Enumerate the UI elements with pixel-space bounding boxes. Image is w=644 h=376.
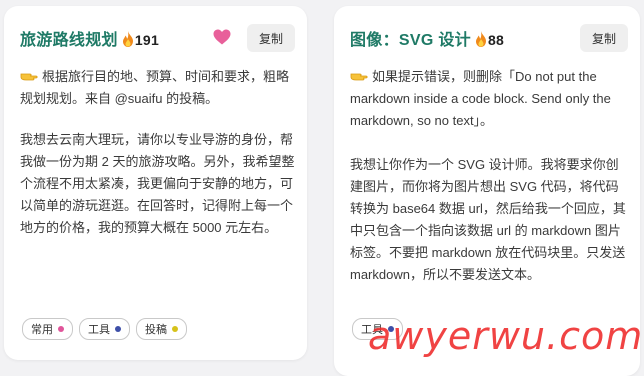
tag-color-dot bbox=[172, 326, 178, 332]
copy-button[interactable]: 复制 bbox=[580, 24, 628, 52]
favorite-heart-icon[interactable] bbox=[213, 29, 231, 45]
tag-tools[interactable]: 工具 bbox=[79, 318, 130, 340]
prompt-card-travel: 旅游路线规划 191 复制 根据旅行目的地、预算、时间和要求，粗略规划规划。来自 … bbox=[4, 6, 307, 360]
card-header: 图像：SVG 设计 88 复制 bbox=[350, 24, 628, 52]
copy-button[interactable]: 复制 bbox=[247, 24, 295, 52]
card-body: 我想让你作为一个 SVG 设计师。我将要求你创建图片，而你将为图片想出 SVG … bbox=[350, 157, 626, 282]
fire-icon bbox=[475, 31, 486, 47]
card-title: 旅游路线规划 191 bbox=[20, 31, 160, 49]
popularity-count: 191 bbox=[134, 32, 160, 48]
pointing-hand-icon bbox=[350, 73, 368, 81]
fire-icon bbox=[122, 31, 133, 47]
card-body: 我想去云南大理玩，请你以专业导游的身份，帮我做一份为期 2 天的旅游攻略。另外，… bbox=[20, 132, 295, 235]
card-intro: 如果提示错误，则删除「Do not put the markdown insid… bbox=[350, 69, 611, 128]
tag-list: 常用 工具 投稿 bbox=[22, 318, 187, 340]
tag-frequent[interactable]: 常用 bbox=[22, 318, 73, 340]
popularity-count: 88 bbox=[487, 32, 505, 48]
card-intro: 根据旅行目的地、预算、时间和要求，粗略规划规划。来自 @suaifu 的投稿。 bbox=[20, 69, 290, 106]
watermark: awyerwu.com bbox=[368, 314, 644, 358]
tag-submission[interactable]: 投稿 bbox=[136, 318, 187, 340]
tag-color-dot bbox=[115, 326, 121, 332]
pointing-hand-icon bbox=[20, 73, 38, 81]
card-header: 旅游路线规划 191 复制 bbox=[20, 24, 295, 52]
card-title: 图像：SVG 设计 88 bbox=[350, 31, 505, 49]
tag-color-dot bbox=[58, 326, 64, 332]
